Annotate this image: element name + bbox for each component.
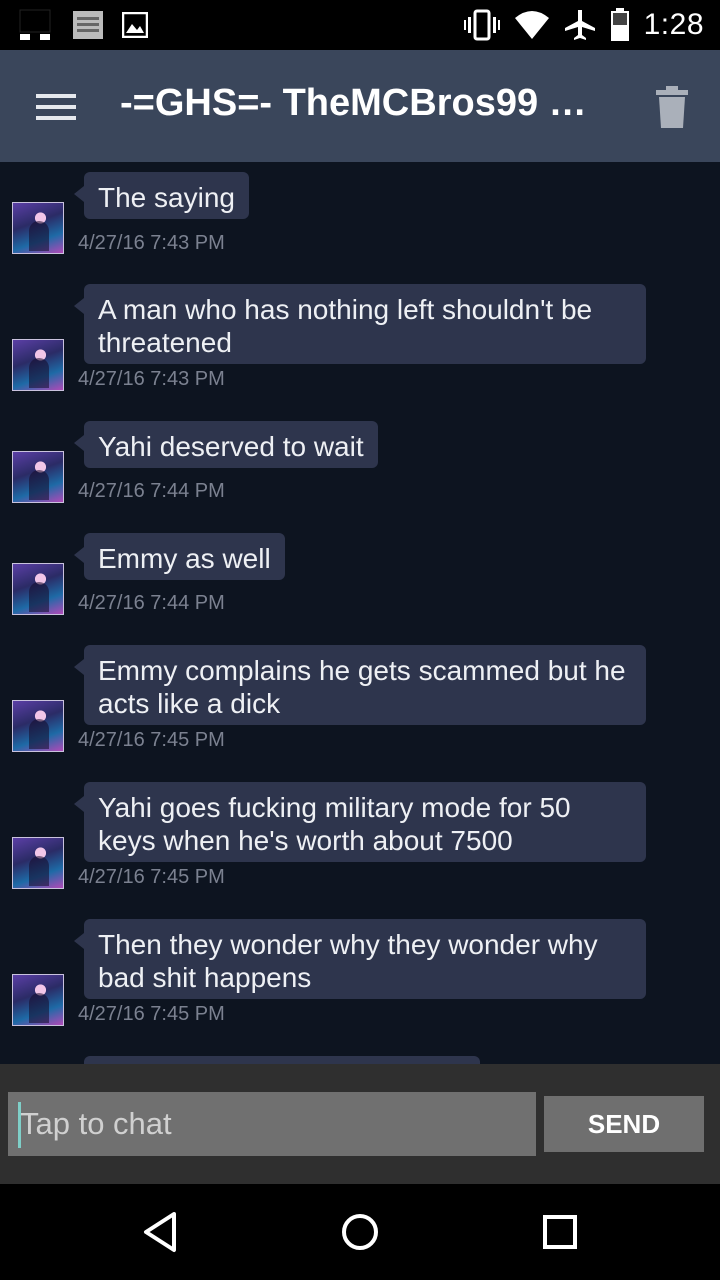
vibrate-icon — [463, 9, 500, 41]
avatar[interactable] — [12, 700, 64, 752]
text-caret — [18, 1102, 21, 1148]
back-icon[interactable] — [138, 1210, 182, 1254]
status-bar: 1:28 — [0, 0, 720, 50]
avatar[interactable] — [12, 837, 64, 889]
message-bubble[interactable]: Yahi deserved to wait — [74, 421, 378, 468]
app-toolbar: -=GHS=- TheMCBros99 #... — [0, 50, 720, 162]
battery-icon — [610, 8, 629, 41]
message-bubble[interactable]: Emmy as well — [74, 533, 285, 580]
message-timestamp: 4/27/16 7:44 PM — [78, 480, 225, 502]
recents-icon[interactable] — [538, 1210, 582, 1254]
trash-icon[interactable] — [652, 86, 692, 130]
avatar[interactable] — [12, 563, 64, 615]
clock: 1:28 — [643, 8, 704, 41]
chat-input[interactable] — [8, 1092, 536, 1156]
send-button[interactable]: SEND — [544, 1096, 704, 1152]
compose-bar: SEND — [0, 1064, 720, 1184]
avatar[interactable] — [12, 451, 64, 503]
message-bubble[interactable]: Then they wonder why they wonder why bad… — [74, 919, 646, 999]
wifi-icon — [514, 11, 549, 39]
notification-blocks-icon — [19, 9, 51, 40]
message-bubble[interactable]: A man who has nothing left shouldn't be … — [74, 284, 646, 364]
message-timestamp: 4/27/16 7:44 PM — [78, 592, 225, 614]
chat-title: -=GHS=- TheMCBros99 #... — [120, 82, 600, 124]
message-bubble[interactable]: Emmy complains he gets scammed but he ac… — [74, 645, 646, 725]
image-icon — [122, 12, 148, 38]
message-timestamp: 4/27/16 7:43 PM — [78, 368, 225, 390]
message-timestamp: 4/27/16 7:43 PM — [78, 232, 225, 254]
message-bubble[interactable]: The saying — [74, 172, 249, 219]
message-bubble-partial[interactable] — [84, 1056, 480, 1064]
home-icon[interactable] — [338, 1210, 382, 1254]
airplane-icon — [564, 10, 595, 40]
avatar[interactable] — [12, 202, 64, 254]
avatar[interactable] — [12, 974, 64, 1026]
news-icon — [73, 11, 103, 39]
avatar[interactable] — [12, 339, 64, 391]
message-timestamp: 4/27/16 7:45 PM — [78, 729, 225, 751]
system-nav-bar — [0, 1184, 720, 1280]
message-list[interactable]: The saying 4/27/16 7:43 PM A man who has… — [0, 162, 720, 1064]
message-timestamp: 4/27/16 7:45 PM — [78, 1003, 225, 1025]
message-timestamp: 4/27/16 7:45 PM — [78, 866, 225, 888]
message-bubble[interactable]: Yahi goes fucking military mode for 50 k… — [74, 782, 646, 862]
hamburger-menu-icon[interactable] — [36, 94, 76, 120]
